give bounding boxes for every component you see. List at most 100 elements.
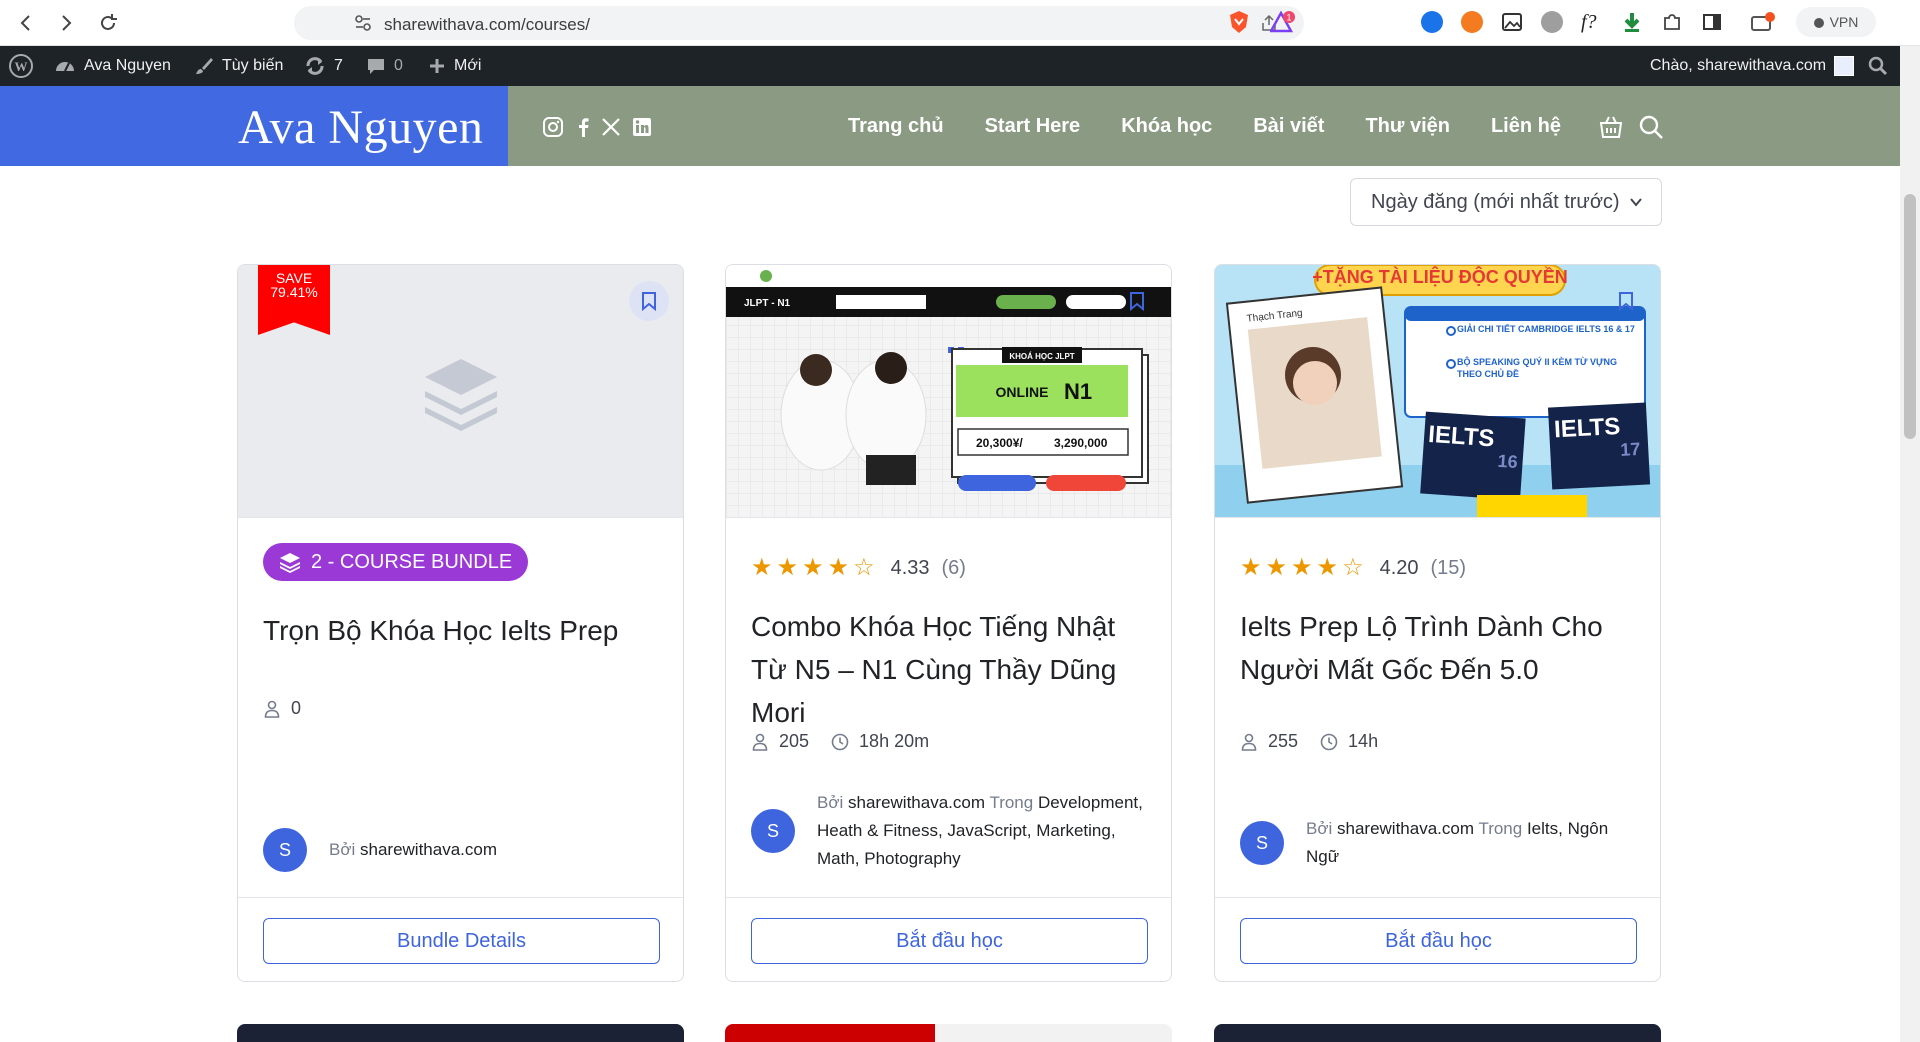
enrolled-count: 0 [291, 698, 302, 718]
course-card: +TẶNG TÀI LIỆU ĐỘC QUYỀN Thạch Trang GIẢ… [1214, 264, 1661, 982]
author-link[interactable]: sharewithava.com [360, 840, 497, 859]
star-outline-icon: ☆ [1342, 554, 1364, 581]
sort-select[interactable]: Ngày đăng (mới nhất trước) [1350, 178, 1662, 226]
instagram-icon[interactable] [542, 116, 564, 138]
course-thumbnail[interactable]: JLPT - N1 KHOÁ HỌC JLPT ONLINE N1 20,300… [726, 265, 1171, 517]
menu-item-posts[interactable]: Bài viết [1253, 115, 1324, 138]
plus-icon [430, 59, 444, 73]
card-footer: Bundle Details [238, 897, 683, 981]
facebook-icon[interactable] [572, 116, 594, 138]
menu-item-start-here[interactable]: Start Here [985, 115, 1081, 138]
site-logo[interactable]: Ava Nguyen [238, 100, 483, 155]
next-course-card[interactable] [237, 1024, 684, 1042]
menu-item-home[interactable]: Trang chủ [848, 115, 944, 138]
back-icon[interactable] [14, 11, 38, 35]
site-settings-icon[interactable] [354, 14, 372, 32]
save-ribbon: SAVE 79.41% [258, 265, 330, 335]
star-icon: ★ [1265, 554, 1288, 581]
admin-comments-count: 0 [394, 57, 403, 74]
admin-new-label: Mới [454, 57, 482, 74]
admin-customize[interactable]: Tùy biến [194, 46, 283, 86]
chevron-down-icon [1630, 198, 1642, 207]
wishlist-button[interactable] [1606, 281, 1646, 321]
by-label: Bởi [1306, 819, 1333, 838]
forward-icon[interactable] [54, 11, 78, 35]
admin-updates[interactable]: 7 [304, 46, 343, 86]
admin-updates-count: 7 [334, 57, 343, 74]
admin-comments[interactable]: 0 [366, 46, 403, 86]
course-card: JLPT - N1 KHOÁ HỌC JLPT ONLINE N1 20,300… [725, 264, 1172, 982]
linkedin-icon[interactable] [631, 116, 653, 138]
in-label: Trong [989, 793, 1034, 812]
brave-shield-icon[interactable] [1228, 10, 1250, 34]
wordpress-logo-icon[interactable]: W [8, 46, 34, 86]
admin-site-name[interactable]: Ava Nguyen [54, 46, 171, 86]
extensions-puzzle-icon[interactable] [1661, 11, 1683, 33]
reload-icon[interactable] [96, 11, 120, 35]
rating-count: (6) [941, 556, 966, 579]
wishlist-button[interactable] [1117, 281, 1157, 321]
course-thumbnail[interactable]: +TẶNG TÀI LIỆU ĐỘC QUYỀN Thạch Trang GIẢ… [1215, 265, 1660, 517]
page-scrollbar[interactable] [1900, 46, 1920, 1042]
course-thumbnail[interactable]: SAVE 79.41% [238, 265, 683, 517]
x-twitter-icon[interactable] [600, 116, 622, 138]
search-icon[interactable] [1638, 114, 1664, 140]
save-ribbon-label: SAVE [275, 270, 313, 286]
dashboard-icon [56, 62, 74, 72]
author-info: Bởi sharewithava.com Trong Ielts, Ngôn N… [1306, 815, 1646, 871]
avatar[interactable]: S [1240, 821, 1284, 865]
menu-item-courses[interactable]: Khóa học [1121, 115, 1212, 138]
author-info: Bởi sharewithava.com [329, 836, 669, 864]
author-link[interactable]: sharewithava.com [848, 793, 985, 812]
user-icon [1241, 733, 1257, 751]
wishlist-button[interactable] [629, 281, 669, 321]
star-icon: ★ [827, 554, 850, 581]
course-rating: ★ ★ ★ ★ ☆ 4.20 (15) [1240, 556, 1466, 580]
vpn-button[interactable]: VPN [1796, 7, 1876, 37]
course-duration: 14h [1348, 731, 1379, 751]
extension-image-icon[interactable] [1501, 11, 1523, 33]
course-title[interactable]: Combo Khóa Học Tiếng Nhật Từ N5 – N1 Cùn… [751, 605, 1151, 734]
menu-item-library[interactable]: Thư viện [1365, 115, 1450, 138]
course-thumbnail-art: JLPT - N1 KHOÁ HỌC JLPT ONLINE N1 20,300… [726, 265, 1171, 517]
user-avatar [1834, 56, 1855, 76]
rating-score: 4.33 [890, 556, 930, 579]
admin-search-icon[interactable] [1868, 46, 1888, 86]
course-title[interactable]: Trọn Bộ Khóa Học Ielts Prep [263, 609, 663, 652]
next-course-card[interactable] [1214, 1024, 1661, 1042]
avatar[interactable]: S [751, 809, 795, 853]
extension-gear-icon[interactable] [1541, 11, 1563, 33]
sort-selected-value: Ngày đăng (mới nhất trước) [1371, 191, 1620, 213]
card-footer: Bắt đầu học [1215, 897, 1660, 981]
brush-icon [196, 58, 213, 74]
course-title[interactable]: Ielts Prep Lộ Trình Dành Cho Người Mất G… [1240, 605, 1640, 691]
vpn-status-icon [1813, 18, 1824, 28]
vpn-label: VPN [1829, 14, 1859, 30]
bundle-details-button[interactable]: Bundle Details [263, 918, 660, 964]
main-menu: Trang chủ Start Here Khóa học Bài viết T… [848, 86, 1561, 166]
next-course-card[interactable] [725, 1024, 1172, 1042]
extension-globe-icon[interactable] [1421, 11, 1443, 33]
address-bar[interactable]: sharewithava.com/courses/ [294, 6, 1304, 40]
brave-rewards-icon[interactable]: 1 [1268, 10, 1296, 34]
scrollbar-thumb[interactable] [1904, 194, 1916, 439]
menu-item-contact[interactable]: Liên hệ [1491, 115, 1561, 138]
start-learning-button[interactable]: Bắt đầu học [751, 918, 1148, 964]
author-link[interactable]: sharewithava.com [1337, 819, 1474, 838]
download-icon[interactable] [1621, 11, 1643, 33]
admin-account[interactable]: Chào, sharewithava.com [1650, 46, 1855, 86]
extension-firefox-icon[interactable] [1461, 11, 1483, 33]
avatar[interactable]: S [263, 828, 307, 872]
wallet-icon[interactable] [1750, 11, 1775, 33]
sidebar-toggle-icon[interactable] [1701, 11, 1723, 33]
admin-new[interactable]: Mới [428, 46, 481, 86]
cart-bag-icon[interactable] [1598, 114, 1624, 140]
start-learning-button[interactable]: Bắt đầu học [1240, 918, 1637, 964]
thumb-price-jpy: 20,300¥/ [976, 436, 1023, 450]
course-rating: ★ ★ ★ ★ ☆ 4.33 (6) [751, 556, 966, 580]
course-card: SAVE 79.41% 2 - COURSE BUNDLE Trọn Bộ Kh… [237, 264, 684, 982]
in-label: Trong [1478, 819, 1523, 838]
thumb-book-1: IELTS [1427, 421, 1495, 453]
thumb-price-vnd: 3,290,000 [1054, 436, 1108, 450]
extension-formula-icon[interactable]: f? [1581, 11, 1603, 33]
